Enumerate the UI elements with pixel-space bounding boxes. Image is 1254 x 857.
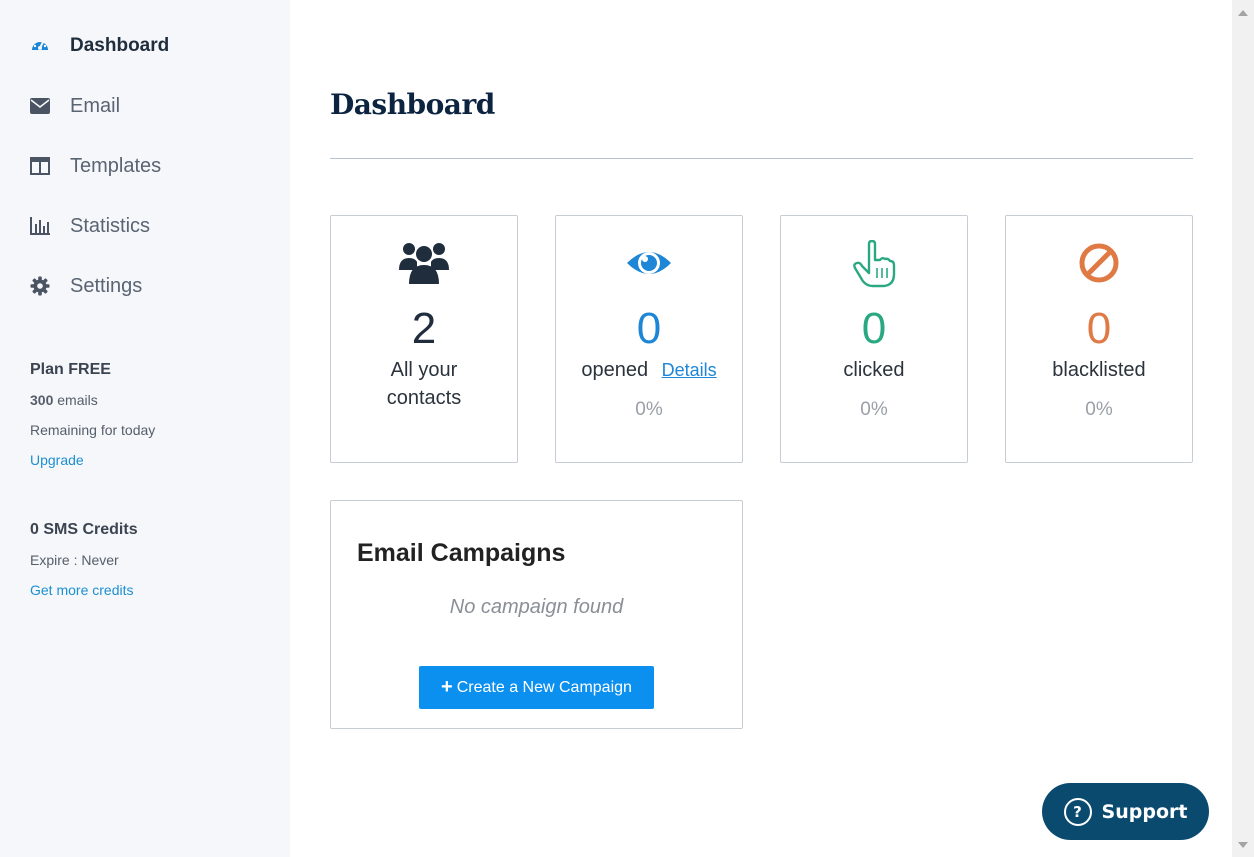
scroll-down-icon[interactable] bbox=[1238, 842, 1248, 848]
question-icon: ? bbox=[1063, 797, 1092, 826]
eye-icon bbox=[556, 240, 742, 290]
clicked-count: 0 bbox=[861, 304, 887, 353]
sidebar-item-email[interactable]: Email bbox=[30, 91, 120, 121]
contacts-count: 2 bbox=[411, 304, 437, 353]
opened-count: 0 bbox=[636, 304, 662, 353]
bar-chart-icon bbox=[30, 216, 50, 236]
sidebar-item-label: Statistics bbox=[70, 214, 151, 237]
plan-emails: 300 emails bbox=[30, 392, 98, 408]
no-campaign-message: No campaign found bbox=[449, 596, 624, 618]
scrollbar[interactable] bbox=[1232, 0, 1254, 857]
sidebar: Dashboard Email Templates Statistics Set… bbox=[0, 0, 290, 857]
stat-card-contacts[interactable]: 2 All your contacts bbox=[330, 215, 518, 463]
opened-percent: 0% bbox=[635, 399, 663, 420]
contacts-label: All your contacts bbox=[331, 356, 517, 412]
sms-credits-title: 0 SMS Credits bbox=[30, 521, 138, 538]
sidebar-item-settings[interactable]: Settings bbox=[30, 271, 142, 301]
plan-emails-suffix: emails bbox=[57, 392, 98, 408]
stat-card-opened: 0 opened Details 0% bbox=[555, 215, 743, 463]
stat-card-clicked: 0 clicked 0% bbox=[780, 215, 968, 463]
opened-details-link[interactable]: Details bbox=[662, 360, 717, 380]
sidebar-item-label: Email bbox=[70, 94, 121, 117]
opened-label-row: opened Details bbox=[556, 356, 742, 384]
support-button[interactable]: ? Support bbox=[1042, 783, 1209, 840]
plan-title: Plan FREE bbox=[30, 361, 111, 378]
upgrade-link[interactable]: Upgrade bbox=[30, 452, 84, 468]
email-campaigns-title: Email Campaigns bbox=[357, 539, 566, 567]
opened-label: opened bbox=[581, 359, 649, 381]
scroll-up-icon[interactable] bbox=[1238, 10, 1248, 16]
sidebar-item-dashboard[interactable]: Dashboard bbox=[30, 31, 169, 61]
sidebar-item-label: Templates bbox=[70, 154, 162, 177]
users-icon bbox=[331, 240, 517, 290]
sidebar-item-templates[interactable]: Templates bbox=[30, 151, 161, 181]
plus-icon: + bbox=[441, 676, 453, 698]
sidebar-item-label: Settings bbox=[70, 274, 143, 297]
create-campaign-label: Create a New Campaign bbox=[456, 678, 632, 696]
sidebar-item-statistics[interactable]: Statistics bbox=[30, 211, 150, 241]
envelope-icon bbox=[30, 96, 50, 116]
support-label: Support bbox=[1101, 800, 1188, 823]
ban-icon bbox=[1006, 240, 1192, 290]
templates-layout-icon bbox=[30, 156, 50, 176]
plan-emails-count: 300 bbox=[30, 392, 54, 408]
sidebar-item-label: Dashboard bbox=[70, 35, 170, 56]
get-more-credits-link[interactable]: Get more credits bbox=[30, 582, 133, 598]
email-campaigns-panel: Email Campaigns No campaign found + Crea… bbox=[330, 500, 743, 729]
dashboard-gauge-icon bbox=[30, 36, 50, 56]
plan-remaining: Remaining for today bbox=[30, 422, 156, 438]
divider bbox=[330, 158, 1193, 159]
clicked-label: clicked bbox=[843, 359, 905, 381]
contacts-label-line1: All your bbox=[390, 359, 458, 381]
create-campaign-button[interactable]: + Create a New Campaign bbox=[419, 666, 654, 709]
blacklisted-label: blacklisted bbox=[1052, 359, 1146, 381]
gear-icon bbox=[30, 276, 50, 296]
clicked-percent: 0% bbox=[860, 399, 888, 420]
stat-card-blacklisted: 0 blacklisted 0% bbox=[1005, 215, 1193, 463]
contacts-label-line2: contacts bbox=[386, 387, 462, 409]
blacklisted-count: 0 bbox=[1086, 304, 1112, 353]
pointer-hand-icon bbox=[781, 240, 967, 290]
main-content: Dashboard 2 All your contacts 0 opened D… bbox=[290, 0, 1232, 857]
sms-expire: Expire : Never bbox=[30, 552, 119, 568]
blacklisted-percent: 0% bbox=[1085, 399, 1113, 420]
page-title: Dashboard bbox=[330, 88, 495, 121]
